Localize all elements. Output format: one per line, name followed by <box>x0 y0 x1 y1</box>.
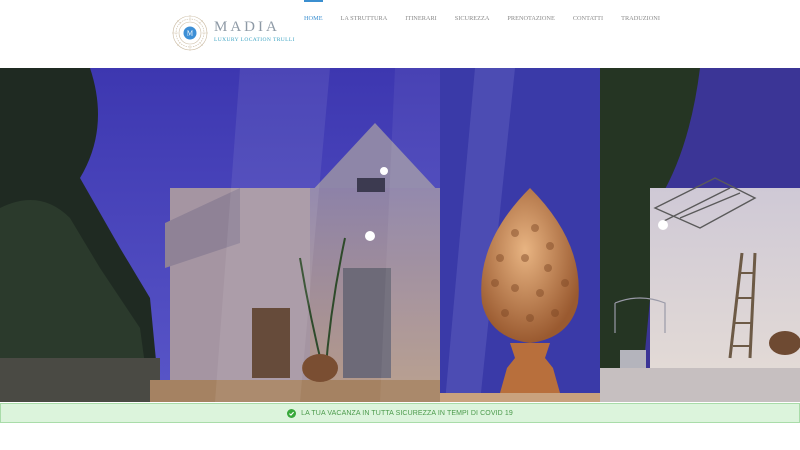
nav-item-itinerari[interactable]: ITINERARI <box>396 0 445 30</box>
site-logo[interactable]: M MADIA LUXURY LOCATION TRULLI <box>170 13 295 53</box>
covid-safety-banner[interactable]: LA TUA VACANZA IN TUTTA SICUREZZA IN TEM… <box>0 403 800 423</box>
check-circle-icon <box>287 408 297 418</box>
main-nav: HOME LA STRUTTURA ITINERARI SICUREZZA PR… <box>295 0 669 30</box>
logo-tagline: LUXURY LOCATION TRULLI <box>214 37 295 43</box>
logo-mandala-icon: M <box>172 15 208 51</box>
nav-item-traduzioni[interactable]: TRADUZIONI <box>612 0 669 30</box>
nav-item-home[interactable]: HOME <box>295 0 332 30</box>
hero-slider[interactable] <box>0 68 800 402</box>
covid-banner-text: LA TUA VACANZA IN TUTTA SICUREZZA IN TEM… <box>301 409 513 417</box>
logo-name: MADIA <box>214 19 280 35</box>
nav-item-la-struttura[interactable]: LA STRUTTURA <box>332 0 397 30</box>
nav-item-prenotazione[interactable]: PRENOTAZIONE <box>498 0 563 30</box>
logo-monogram: M <box>187 30 194 38</box>
nav-item-sicurezza[interactable]: SICUREZZA <box>446 0 499 30</box>
nav-item-contatti[interactable]: CONTATTI <box>564 0 612 30</box>
site-header: M MADIA LUXURY LOCATION TRULLI HOME LA S… <box>0 0 800 68</box>
hero-image <box>0 68 800 402</box>
